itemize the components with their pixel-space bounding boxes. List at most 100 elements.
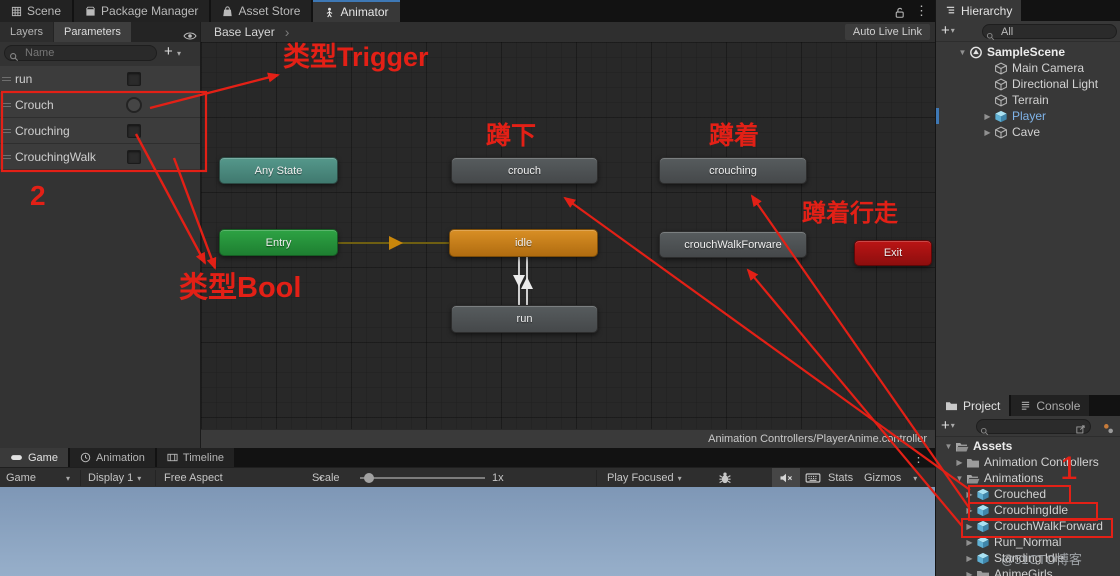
mute-audio-button[interactable] [772,468,800,488]
hierarchy-item-directional-light[interactable]: Directional Light [936,76,1120,92]
hierarchy-item-cave[interactable]: ▶ Cave [936,124,1120,140]
state-node-idle[interactable]: idle [449,229,598,257]
drag-handle-icon[interactable] [2,103,11,107]
slider-track[interactable] [360,477,485,479]
hierarchy-item-terrain[interactable]: Terrain [936,92,1120,108]
hierarchy-search-input[interactable] [982,24,1117,39]
tab-console[interactable]: Console [1011,395,1089,416]
game-toolbar: Game ▾ Display 1 ▾ Free Aspect ▾ Scale 1… [0,467,935,487]
tab-scene[interactable]: Scene [0,0,72,22]
create-asset-button[interactable]: +▾ [941,417,955,434]
vsync-keyboard-button[interactable] [805,468,821,488]
foldout-closed-icon[interactable]: ▶ [981,128,994,137]
project-item-assets[interactable]: ▼ Assets [936,438,1120,454]
tab-animation[interactable]: Animation [70,448,155,467]
scale-slider[interactable] [360,468,485,488]
project-item-animations[interactable]: ▼ Animations [936,470,1120,486]
console-lines-icon [1020,400,1031,411]
tab-project-label: Project [963,399,1000,413]
kebab-menu-icon[interactable]: ⋮ [915,4,928,17]
display-dropdown[interactable]: Display 1 ▾ [88,468,141,488]
drag-handle-icon[interactable] [2,155,11,159]
project-item-run-normal[interactable]: ▶ Run_Normal [936,534,1120,550]
state-node-entry[interactable]: Entry [219,229,338,256]
create-object-button[interactable]: +▾ [941,22,955,39]
parameter-row-crouchingwalk[interactable]: CrouchingWalk [0,144,200,170]
state-node-crouch[interactable]: crouch [451,157,598,184]
search-popout-icon[interactable] [1075,421,1086,439]
parameter-row-crouching[interactable]: Crouching [0,118,200,144]
foldout-open-icon[interactable]: ▼ [942,442,955,451]
aspect-dropdown[interactable]: Free Aspect ▾ [164,468,323,488]
hierarchy-item-main-camera[interactable]: Main Camera [936,60,1120,76]
tab-animator[interactable]: Animator [313,0,399,22]
game-mode-dropdown[interactable]: Game ▾ [6,468,70,488]
scale-label: Scale [312,468,340,488]
unlock-icon[interactable] [893,4,906,22]
foldout-closed-icon[interactable]: ▶ [981,112,994,121]
foldout-closed-icon[interactable]: ▶ [963,538,976,547]
tab-hierarchy[interactable]: Hierarchy [936,0,1021,21]
auto-live-link-button[interactable]: Auto Live Link [845,24,930,40]
state-node-any-state[interactable]: Any State [219,157,338,184]
project-item-animegirls[interactable]: ▶ AnimeGirls [936,566,1120,576]
debug-bug-icon[interactable] [718,468,732,488]
project-item-crouchingidle[interactable]: ▶ CrouchingIdle [936,502,1120,518]
foldout-closed-icon[interactable]: ▶ [963,554,976,563]
tab-package-manager[interactable]: Package Manager [74,0,209,22]
state-node-crouchwalkforware[interactable]: crouchWalkForware [659,231,807,258]
tab-layers[interactable]: Layers [0,22,53,42]
tab-parameters[interactable]: Parameters [54,22,131,42]
play-focused-dropdown[interactable]: Play Focused ▾ [607,468,682,488]
kebab-menu-icon[interactable]: ⋮ [912,451,925,464]
foldout-open-icon[interactable]: ▼ [956,48,969,57]
tab-game[interactable]: Game [0,448,68,467]
foldout-closed-icon[interactable]: ▶ [963,506,976,515]
tab-scene-label: Scene [27,4,61,18]
bool-checkbox[interactable] [127,150,141,164]
drag-handle-icon[interactable] [2,129,11,133]
animator-graph[interactable]: Any State crouch crouching Entry idle cr… [200,42,935,448]
project-item-crouchwalkforward[interactable]: ▶ CrouchWalkForward [936,518,1120,534]
project-item-crouched[interactable]: ▶ Crouched [936,486,1120,502]
tab-asset-store[interactable]: Asset Store [211,0,311,22]
add-parameter-button[interactable]: + ▾ [164,43,181,60]
dropdown-caret-icon: ▾ [678,474,682,483]
state-label: Any State [255,165,303,177]
parameter-search-input[interactable] [4,45,157,61]
mute-speaker-icon [779,472,793,484]
tab-timeline[interactable]: Timeline [157,448,234,467]
bool-checkbox[interactable] [127,124,141,138]
item-label: Cave [1012,125,1040,139]
parameter-row-crouch[interactable]: Crouch [0,92,200,118]
breadcrumb[interactable]: Base Layer [214,25,275,39]
state-node-run[interactable]: run [451,305,598,333]
trigger-radio[interactable] [126,97,142,113]
foldout-closed-icon[interactable]: ▶ [963,490,976,499]
project-item-standing-idle[interactable]: ▶ Standing Idle [936,550,1120,566]
state-node-crouching[interactable]: crouching [659,157,807,184]
bool-checkbox[interactable] [127,72,141,86]
parameters-panel: + ▾ run Crouch Crouching CrouchingWalk [0,42,200,448]
aspect-label: Free Aspect [164,472,223,484]
parameter-row-run[interactable]: run [0,66,200,92]
item-label: Player [1012,109,1046,123]
foldout-open-icon[interactable]: ▼ [953,474,966,483]
column-settings-icon[interactable] [1102,420,1115,438]
game-view-sky[interactable] [0,487,935,576]
foldout-closed-icon[interactable]: ▶ [963,570,976,576]
drag-handle-icon[interactable] [2,77,11,81]
state-node-exit[interactable]: Exit [854,240,932,266]
play-focused-label: Play Focused [607,472,674,484]
slider-handle[interactable] [364,473,374,483]
hierarchy-item-player[interactable]: ▶ Player [936,108,1120,124]
project-item-animation-controllers[interactable]: ▶ Animation Controllers [936,454,1120,470]
project-search-input[interactable] [976,419,1091,434]
foldout-closed-icon[interactable]: ▶ [953,458,966,467]
hierarchy-item-samplescene[interactable]: ▼ SampleScene [936,44,1120,60]
gizmos-dropdown[interactable]: Gizmos ▾ [864,468,917,488]
gamepad-icon [10,453,23,462]
tab-project[interactable]: Project [936,395,1009,416]
foldout-closed-icon[interactable]: ▶ [963,522,976,531]
stats-button[interactable]: Stats [828,468,853,488]
